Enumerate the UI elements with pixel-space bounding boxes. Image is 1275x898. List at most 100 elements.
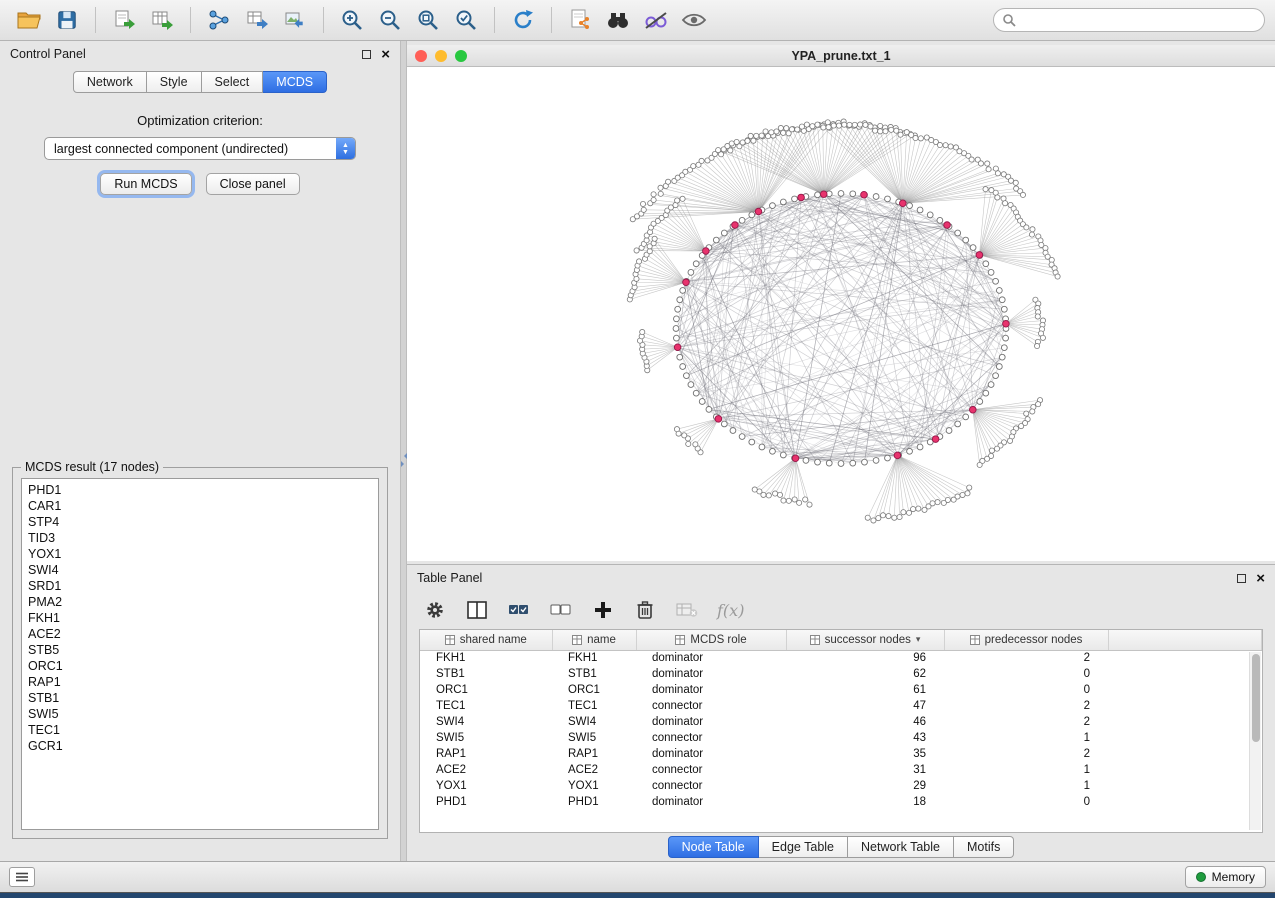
cell-predecessors: 1 xyxy=(944,778,1108,794)
panel-splitter[interactable] xyxy=(400,41,407,861)
table-row[interactable]: SWI4SWI4dominator462 xyxy=(420,714,1262,730)
column-header-successor-nodes[interactable]: successor nodes▾ xyxy=(786,630,944,650)
result-item[interactable]: YOX1 xyxy=(28,546,372,562)
result-item[interactable]: ACE2 xyxy=(28,626,372,642)
table-row[interactable]: PHD1PHD1dominator180 xyxy=(420,794,1262,810)
table-scrollbar[interactable] xyxy=(1249,652,1261,830)
result-item[interactable]: TEC1 xyxy=(28,722,372,738)
tab-motifs[interactable]: Motifs xyxy=(954,836,1014,858)
result-item[interactable]: STP4 xyxy=(28,514,372,530)
column-header-mcds-role[interactable]: MCDS role xyxy=(636,630,786,650)
control-panel-header: Control Panel × xyxy=(0,41,400,67)
import-network-from-file-button[interactable] xyxy=(105,4,143,36)
show-all-button[interactable] xyxy=(675,4,713,36)
export-network-button[interactable] xyxy=(561,4,599,36)
mcds-result-list[interactable]: PHD1CAR1STP4TID3YOX1SWI4SRD1PMA2FKH1ACE2… xyxy=(21,478,379,830)
table-row[interactable]: ACE2ACE2connector311 xyxy=(420,762,1262,778)
search-input[interactable] xyxy=(1022,13,1256,27)
result-item[interactable]: PHD1 xyxy=(28,482,372,498)
result-item[interactable]: STB5 xyxy=(28,642,372,658)
table-row[interactable]: FKH1FKH1dominator962 xyxy=(420,650,1262,666)
network-window-titlebar[interactable]: YPA_prune.txt_1 xyxy=(407,45,1275,67)
splitter-grip-icon[interactable] xyxy=(401,449,406,471)
tab-network[interactable]: Network xyxy=(73,71,147,93)
optimization-criterion-select[interactable]: largest connected component (undirected)… xyxy=(44,137,356,160)
result-item[interactable]: CAR1 xyxy=(28,498,372,514)
tab-style[interactable]: Style xyxy=(147,71,202,93)
network-from-table-icon xyxy=(245,9,269,31)
result-item[interactable]: SWI5 xyxy=(28,706,372,722)
delete-table-button[interactable] xyxy=(675,598,699,622)
table-row[interactable]: STB1STB1dominator620 xyxy=(420,666,1262,682)
zoom-fit-button[interactable] xyxy=(409,4,447,36)
memory-button[interactable]: Memory xyxy=(1185,866,1266,888)
deselect-all-icon xyxy=(550,601,572,619)
hide-selected-button[interactable] xyxy=(637,4,675,36)
result-item[interactable]: PMA2 xyxy=(28,594,372,610)
cell-successors: 43 xyxy=(786,730,944,746)
float-panel-icon[interactable] xyxy=(1237,574,1246,583)
network-graph[interactable] xyxy=(407,67,1275,561)
table-row[interactable]: YOX1YOX1connector291 xyxy=(420,778,1262,794)
table-row[interactable]: SWI5SWI5connector431 xyxy=(420,730,1262,746)
global-search-field[interactable] xyxy=(993,8,1265,32)
result-item[interactable]: SWI4 xyxy=(28,562,372,578)
save-session-button[interactable] xyxy=(48,4,86,36)
tab-edge-table[interactable]: Edge Table xyxy=(759,836,848,858)
table-row[interactable]: ORC1ORC1dominator610 xyxy=(420,682,1262,698)
result-item[interactable]: TID3 xyxy=(28,530,372,546)
table-settings-button[interactable] xyxy=(423,598,447,622)
mcds-tab-content: Optimization criterion: largest connecte… xyxy=(0,93,400,861)
cell-shared_name: FKH1 xyxy=(420,650,552,666)
cell-successors: 31 xyxy=(786,762,944,778)
result-item[interactable]: GCR1 xyxy=(28,738,372,754)
zoom-in-button[interactable] xyxy=(333,4,371,36)
network-from-table-button[interactable] xyxy=(238,4,276,36)
tab-mcds[interactable]: MCDS xyxy=(263,71,327,93)
float-panel-icon[interactable] xyxy=(362,50,371,59)
network-view[interactable] xyxy=(407,67,1275,561)
search-network-button[interactable] xyxy=(599,4,637,36)
new-network-button[interactable] xyxy=(200,4,238,36)
table-row[interactable]: RAP1RAP1dominator352 xyxy=(420,746,1262,762)
close-panel-icon[interactable]: × xyxy=(1256,574,1265,583)
result-item[interactable]: ORC1 xyxy=(28,658,372,674)
app-window: Control Panel × Network Style Select MCD… xyxy=(0,0,1275,893)
close-panel-icon[interactable]: × xyxy=(381,50,390,59)
show-columns-button[interactable] xyxy=(465,598,489,622)
import-network-icon xyxy=(112,9,136,31)
zoom-selected-button[interactable] xyxy=(447,4,485,36)
column-header-predecessor-nodes[interactable]: predecessor nodes xyxy=(944,630,1108,650)
export-image-button[interactable] xyxy=(276,4,314,36)
tab-network-table[interactable]: Network Table xyxy=(848,836,954,858)
cell-filler xyxy=(1108,762,1262,778)
close-panel-button[interactable]: Close panel xyxy=(206,173,300,195)
task-history-button[interactable] xyxy=(9,867,35,887)
function-builder-button[interactable]: f(x) xyxy=(717,601,744,620)
tab-select[interactable]: Select xyxy=(202,71,264,93)
refresh-view-button[interactable] xyxy=(504,4,542,36)
share-document-icon xyxy=(568,8,592,32)
delete-column-button[interactable] xyxy=(633,598,657,622)
cell-filler xyxy=(1108,794,1262,810)
result-item[interactable]: STB1 xyxy=(28,690,372,706)
column-header-shared-name[interactable]: shared name xyxy=(420,630,552,650)
add-column-button[interactable] xyxy=(591,598,615,622)
select-all-rows-button[interactable] xyxy=(507,598,531,622)
cell-predecessors: 2 xyxy=(944,746,1108,762)
table-row[interactable]: TEC1TEC1connector472 xyxy=(420,698,1262,714)
run-mcds-button[interactable]: Run MCDS xyxy=(100,173,191,195)
table-tabs: Node Table Edge Table Network Table Moti… xyxy=(407,833,1275,861)
open-session-button[interactable] xyxy=(10,4,48,36)
trash-icon xyxy=(636,600,654,620)
result-item[interactable]: SRD1 xyxy=(28,578,372,594)
chevron-down-icon[interactable]: ▾ xyxy=(916,634,921,645)
scrollbar-thumb[interactable] xyxy=(1252,654,1260,742)
import-table-from-file-button[interactable] xyxy=(143,4,181,36)
result-item[interactable]: FKH1 xyxy=(28,610,372,626)
tab-node-table[interactable]: Node Table xyxy=(668,836,759,858)
zoom-out-button[interactable] xyxy=(371,4,409,36)
column-header-name[interactable]: name xyxy=(552,630,636,650)
result-item[interactable]: RAP1 xyxy=(28,674,372,690)
deselect-all-rows-button[interactable] xyxy=(549,598,573,622)
